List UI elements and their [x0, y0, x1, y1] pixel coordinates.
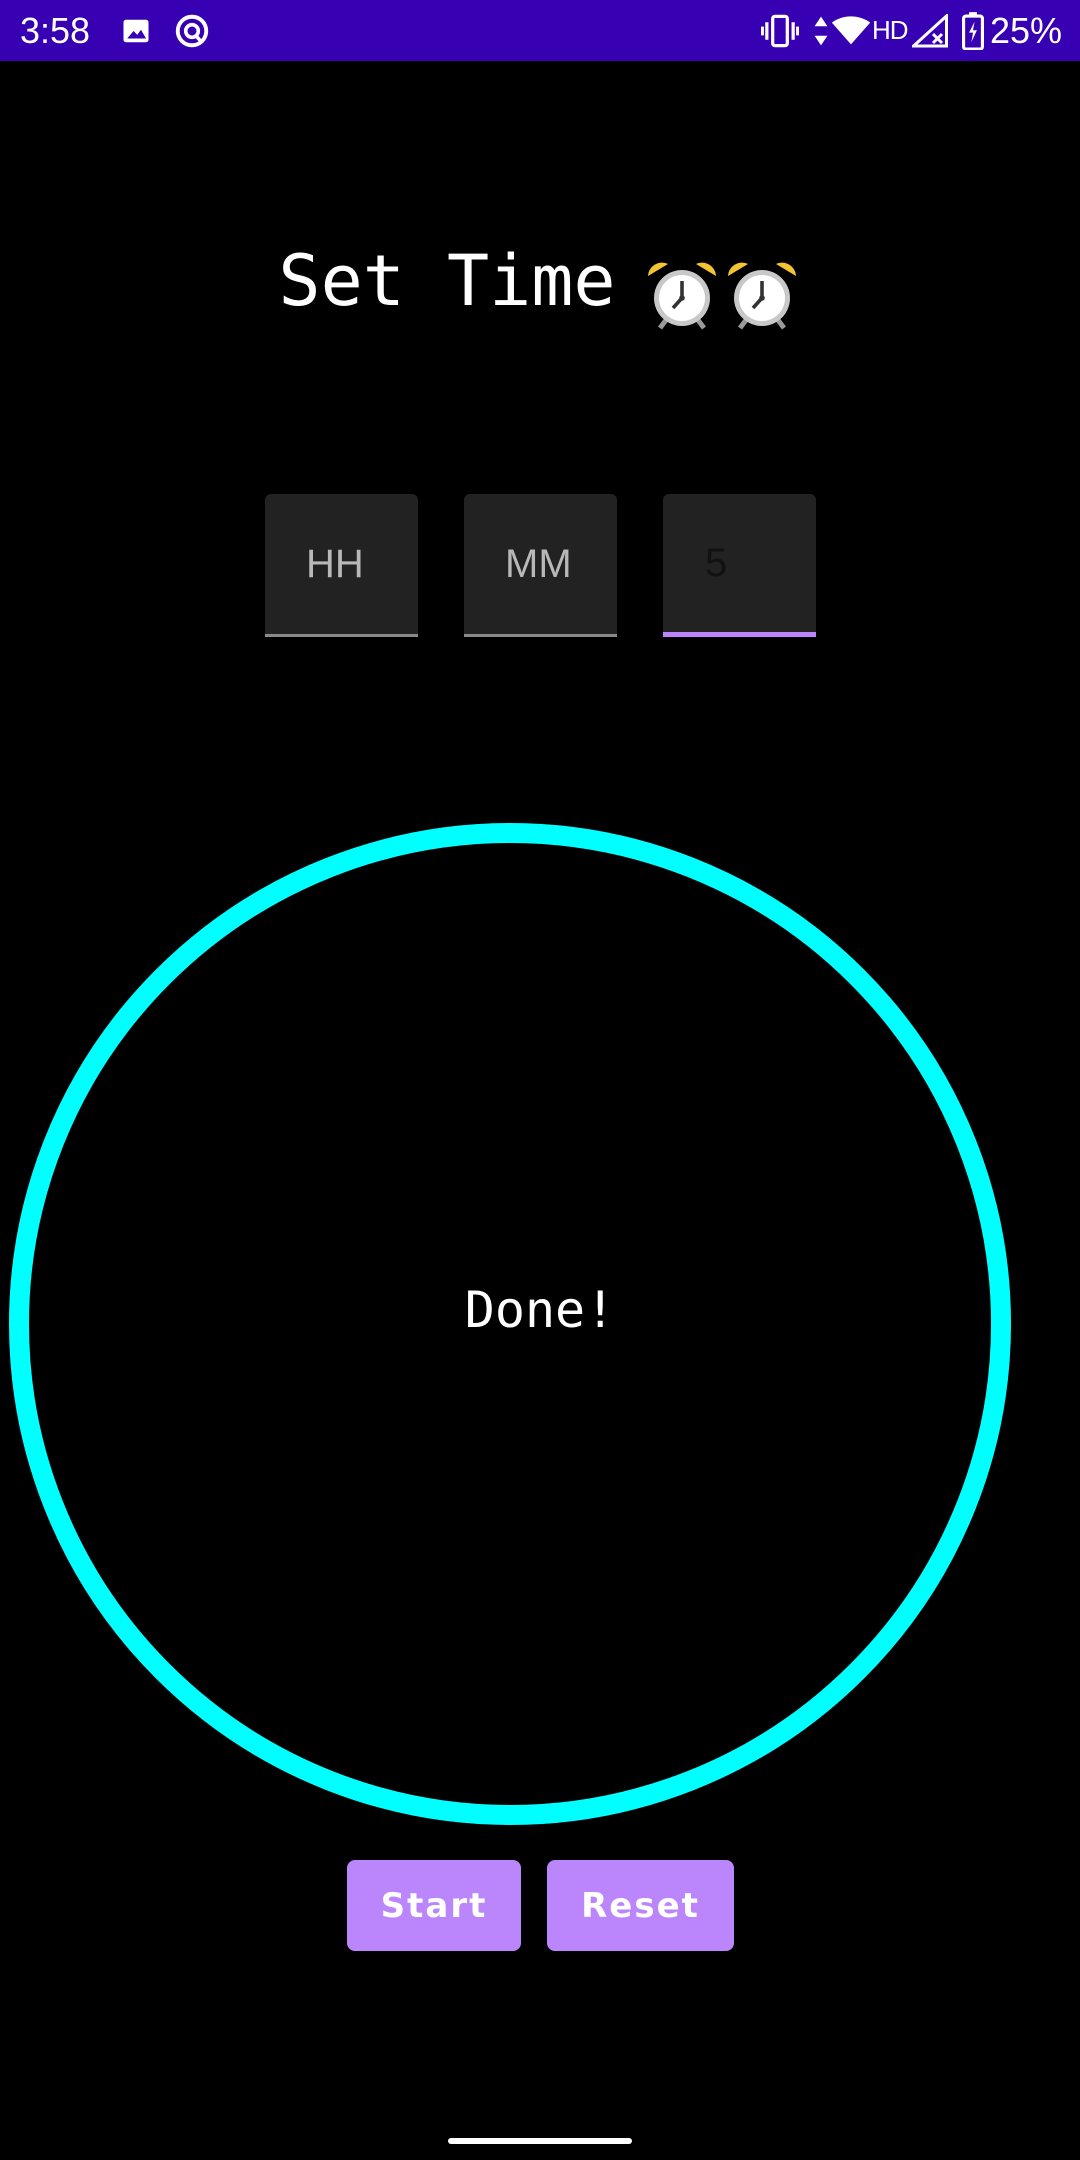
hours-field[interactable] [265, 494, 418, 637]
timer-screen: 3:58 HD 25% Set Time HH MM 5 Done! Start… [0, 0, 1080, 2160]
battery-percent: 25% [989, 10, 1062, 51]
page-title: Set Time [0, 226, 1080, 331]
minutes-field[interactable] [464, 494, 617, 637]
seconds-input[interactable] [663, 494, 816, 632]
signal-icon [910, 0, 950, 61]
status-time: 3:58 [20, 10, 91, 51]
alarm-clock-icon [647, 262, 716, 330]
battery-icon [960, 0, 986, 61]
page-title-text: Set Time [278, 239, 616, 322]
reset-button[interactable]: Reset [547, 1860, 734, 1951]
wifi-icon [830, 0, 872, 61]
seconds-field[interactable] [663, 494, 816, 637]
hours-input[interactable] [265, 494, 418, 634]
network-type-label: HD [872, 15, 909, 45]
minutes-input[interactable] [464, 494, 617, 634]
timer-status-label: Done! [464, 1281, 616, 1339]
gesture-navigation-bar[interactable] [448, 2138, 632, 2144]
image-icon [120, 0, 152, 61]
vibrate-icon [760, 0, 800, 61]
alarm-clock-icon [727, 262, 796, 330]
status-bar: 3:58 HD 25% [0, 0, 1080, 61]
data-arrows-icon [812, 0, 830, 61]
start-button[interactable]: Start [347, 1860, 521, 1951]
sync-icon [172, 0, 212, 61]
